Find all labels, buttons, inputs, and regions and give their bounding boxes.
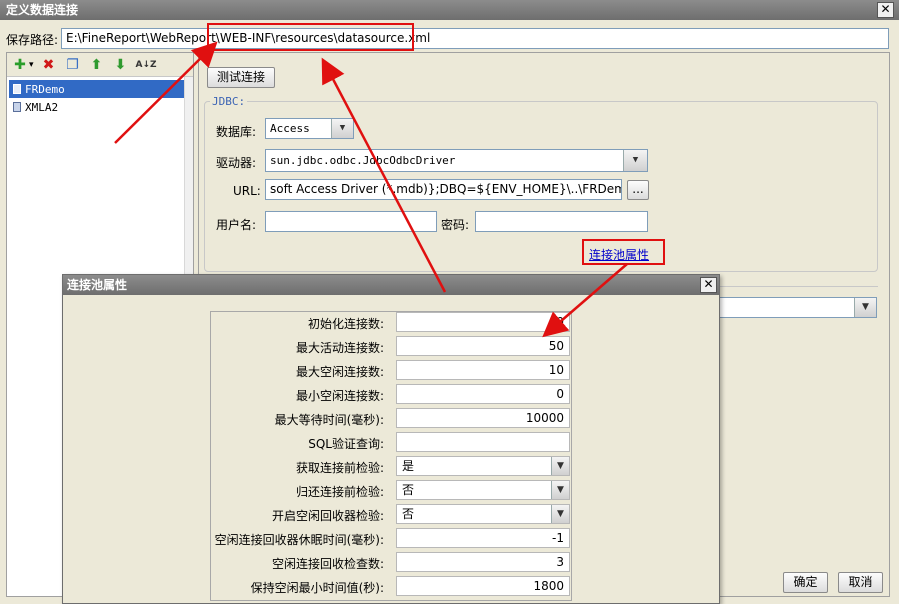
annotation-arrow	[542, 263, 628, 338]
annotation-arrow	[321, 57, 447, 293]
annotation-arrow	[114, 41, 218, 144]
annotation-arrows	[114, 41, 628, 338]
